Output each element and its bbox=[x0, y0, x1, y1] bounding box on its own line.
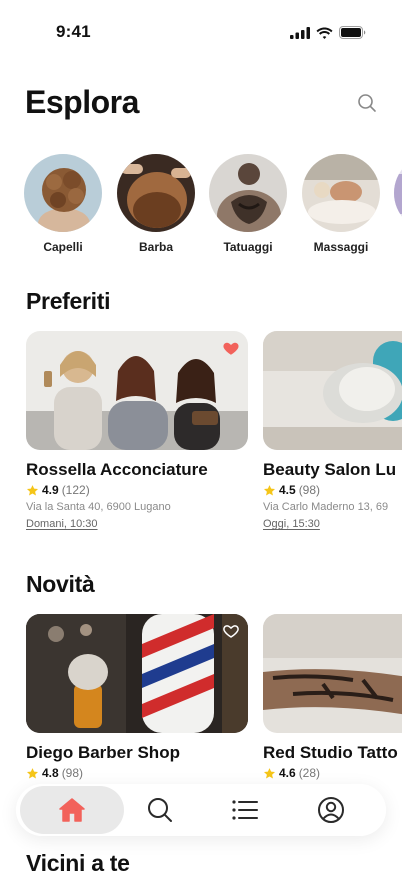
salon-rating: 4.9 (122) bbox=[26, 483, 248, 497]
rating-count: (98) bbox=[298, 483, 321, 497]
rating-count: (28) bbox=[298, 766, 321, 780]
rating-value: 4.9 bbox=[42, 483, 59, 497]
tab-profile[interactable] bbox=[305, 784, 357, 836]
home-icon bbox=[59, 798, 85, 822]
category-barba[interactable]: Barba bbox=[117, 154, 195, 254]
category-more-image bbox=[394, 154, 402, 232]
category-massaggi[interactable]: Massaggi bbox=[302, 154, 380, 254]
signal-icon bbox=[290, 26, 310, 39]
category-label: Capelli bbox=[43, 240, 83, 254]
search-button[interactable] bbox=[356, 92, 378, 114]
category-massaggi-image bbox=[302, 154, 380, 232]
category-capelli[interactable]: Capelli bbox=[24, 154, 102, 254]
star-icon bbox=[263, 484, 276, 496]
rating-value: 4.6 bbox=[279, 766, 296, 780]
tab-search[interactable] bbox=[134, 784, 186, 836]
list-icon bbox=[232, 800, 258, 820]
nearby-title: Vicini a te bbox=[26, 850, 130, 874]
category-tatuaggi[interactable]: Tatuaggi bbox=[209, 154, 287, 254]
salon-name: Red Studio Tatto bbox=[263, 743, 398, 762]
rating-count: (98) bbox=[61, 766, 84, 780]
heart-filled-icon[interactable] bbox=[222, 339, 240, 357]
salon-card-image bbox=[263, 331, 402, 450]
category-label: Massaggi bbox=[313, 240, 369, 254]
salon-card[interactable]: Beauty Salon Lu 4.5 (98) Via Carlo Mader… bbox=[263, 331, 402, 532]
tab-list[interactable] bbox=[219, 784, 271, 836]
salon-card-image bbox=[263, 614, 402, 733]
heart-outline-icon[interactable] bbox=[222, 622, 240, 640]
salon-card[interactable]: Rossella Acconciature 4.9 (122) Via la S… bbox=[26, 331, 248, 532]
salon-address: Via Carlo Maderno 13, 69 bbox=[263, 501, 389, 513]
salon-rating: 4.6 (28) bbox=[263, 766, 402, 780]
salon-rating: 4.5 (98) bbox=[263, 483, 402, 497]
star-icon bbox=[263, 767, 276, 779]
profile-icon bbox=[318, 797, 344, 823]
favorites-carousel[interactable]: Rossella Acconciature 4.9 (122) Via la S… bbox=[0, 331, 402, 551]
search-icon bbox=[358, 94, 376, 112]
categories-carousel[interactable]: Capelli Barba Tatuaggi Massaggi bbox=[24, 154, 402, 264]
salon-card[interactable]: Red Studio Tatto 4.6 (28) bbox=[263, 614, 402, 780]
rating-value: 4.8 bbox=[42, 766, 59, 780]
salon-card-image bbox=[26, 614, 248, 733]
favorites-title: Preferiti bbox=[26, 288, 111, 314]
salon-name: Diego Barber Shop bbox=[26, 743, 180, 762]
next-slot-link[interactable]: Oggi, 15:30 bbox=[263, 518, 320, 530]
news-carousel[interactable]: Diego Barber Shop 4.8 (98) Red Studio Ta… bbox=[0, 614, 402, 784]
status-bar: 9:41 bbox=[0, 0, 402, 60]
status-time: 9:41 bbox=[56, 22, 91, 41]
tab-bar bbox=[16, 784, 386, 836]
rating-count: (122) bbox=[61, 483, 90, 497]
rating-value: 4.5 bbox=[279, 483, 296, 497]
salon-name: Beauty Salon Lu bbox=[263, 460, 397, 479]
category-label: Barba bbox=[138, 240, 173, 254]
salon-card[interactable]: Diego Barber Shop 4.8 (98) bbox=[26, 614, 248, 780]
page-title: Esplora bbox=[25, 84, 139, 120]
star-icon bbox=[26, 484, 39, 496]
salon-name: Rossella Acconciature bbox=[26, 460, 208, 479]
category-capelli-image bbox=[24, 154, 102, 232]
salon-rating: 4.8 (98) bbox=[26, 766, 248, 780]
wifi-icon bbox=[316, 27, 333, 39]
battery-icon bbox=[339, 26, 366, 39]
tab-home[interactable] bbox=[20, 786, 124, 834]
category-label: Tatuaggi bbox=[223, 240, 273, 254]
star-icon bbox=[26, 767, 39, 779]
status-icons bbox=[290, 26, 366, 39]
next-slot-link[interactable]: Domani, 10:30 bbox=[26, 518, 98, 530]
category-more[interactable] bbox=[394, 154, 402, 232]
salon-card-image bbox=[26, 331, 248, 450]
search-icon bbox=[148, 798, 172, 822]
category-tatuaggi-image bbox=[209, 154, 287, 232]
news-title: Novità bbox=[26, 571, 95, 597]
salon-address: Via la Santa 40, 6900 Lugano bbox=[26, 501, 171, 513]
category-barba-image bbox=[117, 154, 195, 232]
